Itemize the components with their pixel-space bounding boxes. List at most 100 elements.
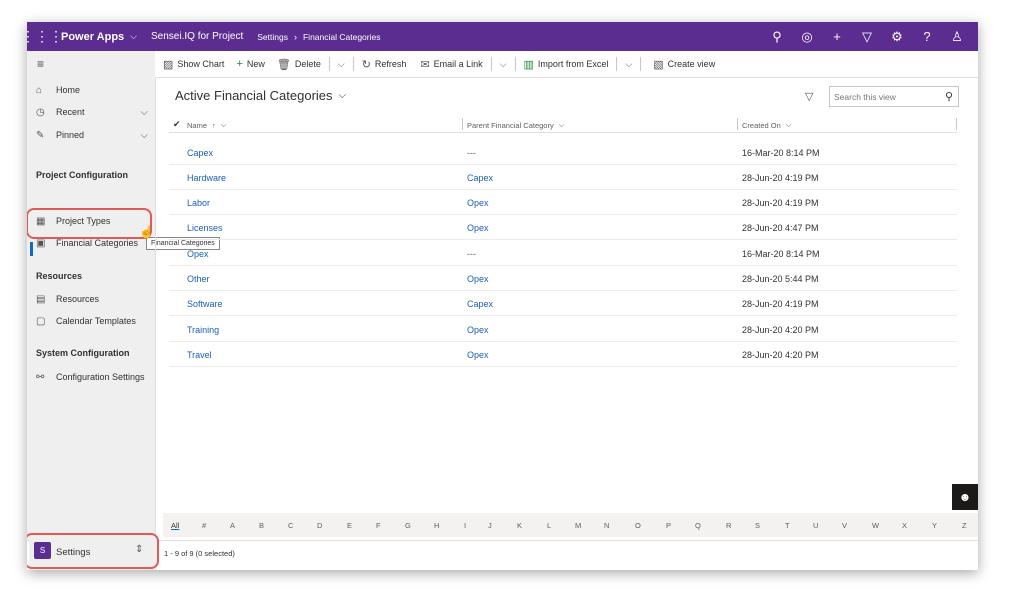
create-view-button[interactable]: ▧ Create view [653, 58, 715, 71]
letter-filter[interactable]: O [635, 521, 641, 530]
environment-name[interactable]: Sensei.IQ for Project [151, 31, 243, 42]
letter-filter[interactable]: N [604, 521, 609, 530]
table-row[interactable]: Software Capex 28-Jun-20 4:19 PM [169, 291, 957, 316]
name-link[interactable]: Training [187, 325, 219, 335]
letter-filter[interactable]: P [666, 521, 671, 530]
new-button[interactable]: + New [236, 58, 264, 70]
chevron-down-icon[interactable]: ⌵ [500, 59, 507, 70]
delete-button[interactable]: 🗑 Delete [277, 58, 321, 71]
letter-filter-all[interactable]: All [171, 521, 179, 530]
letter-filter[interactable]: U [813, 521, 818, 530]
column-divider[interactable] [737, 118, 738, 130]
sidebar-item-configuration-settings[interactable]: ⚯ Configuration Settings [36, 368, 148, 386]
letter-filter[interactable]: F [376, 521, 381, 530]
table-row[interactable]: Other Opex 28-Jun-20 5:44 PM [169, 266, 957, 291]
letter-filter[interactable]: W [872, 521, 879, 530]
filter-icon[interactable]: ▽ [805, 90, 813, 103]
sidebar-item-pinned[interactable]: ✎ Pinned ⌵ [36, 126, 148, 144]
letter-filter[interactable]: # [202, 521, 206, 530]
letter-filter[interactable]: X [902, 521, 907, 530]
name-link[interactable]: Labor [187, 198, 210, 208]
person-icon[interactable]: ♙ [942, 29, 972, 45]
section-project-configuration: Project Configuration [36, 170, 128, 180]
parent-link[interactable]: Opex [467, 198, 489, 208]
feedback-icon[interactable]: ☻ [952, 484, 978, 510]
letter-filter[interactable]: Z [962, 521, 967, 530]
sidebar-item-home[interactable]: ⌂ Home [36, 81, 148, 99]
table-row[interactable]: Capex --- 16-Mar-20 8:14 PM [169, 140, 957, 165]
email-link-button[interactable]: ✉ Email a Link [420, 58, 482, 71]
email-link-label: Email a Link [433, 59, 483, 69]
name-link[interactable]: Software [187, 299, 223, 309]
gear-icon[interactable]: ⚙ [882, 29, 912, 45]
letter-filter[interactable]: R [726, 521, 731, 530]
table-row[interactable]: Labor Opex 28-Jun-20 4:19 PM [169, 190, 957, 215]
letter-filter[interactable]: C [288, 521, 293, 530]
sidebar-item-calendar-templates[interactable]: ▢ Calendar Templates [36, 312, 148, 330]
sidebar-item-resources[interactable]: ▤ Resources [36, 290, 148, 308]
view-selector[interactable]: Active Financial Categories ⌵ [175, 88, 346, 103]
app-name[interactable]: Power Apps [61, 31, 124, 43]
letter-filter[interactable]: G [405, 521, 411, 530]
letter-filter[interactable]: E [347, 521, 352, 530]
parent-link[interactable]: Opex [467, 325, 489, 335]
help-icon[interactable]: ? [912, 29, 942, 44]
filter-icon[interactable]: ▽ [852, 29, 882, 45]
letter-filter[interactable]: H [434, 521, 439, 530]
table-row[interactable]: Hardware Capex 28-Jun-20 4:19 PM [169, 165, 957, 190]
column-divider[interactable] [956, 118, 957, 130]
name-link[interactable]: Hardware [187, 173, 226, 183]
table-row[interactable]: Training Opex 28-Jun-20 4:20 PM [169, 317, 957, 342]
letter-filter[interactable]: Q [695, 521, 701, 530]
parent-link[interactable]: Opex [467, 223, 489, 233]
letter-filter[interactable]: K [517, 521, 522, 530]
sidebar-item-recent[interactable]: ◷ Recent ⌵ [36, 103, 148, 121]
letter-filter[interactable]: I [464, 521, 466, 530]
chevron-down-icon[interactable]: ⌵ [625, 59, 632, 70]
letter-filter[interactable]: A [230, 521, 235, 530]
search-icon[interactable]: ⚲ [945, 90, 953, 103]
table-row[interactable]: Licenses Opex 28-Jun-20 4:47 PM [169, 215, 957, 240]
select-all-checkbox[interactable]: ✔ [173, 119, 181, 130]
name-link[interactable]: Travel [187, 350, 212, 360]
letter-filter[interactable]: D [317, 521, 322, 530]
import-excel-button[interactable]: ▥ Import from Excel [524, 58, 609, 71]
column-header-parent[interactable]: Parent Financial Category ⌵ [467, 120, 564, 130]
letter-filter[interactable]: B [259, 521, 264, 530]
column-header-created-on[interactable]: Created On ⌵ [742, 120, 791, 130]
parent-link[interactable]: Opex [467, 274, 489, 284]
plus-icon[interactable]: + [822, 29, 852, 44]
search-placeholder: Search this view [834, 91, 896, 102]
search-input[interactable]: Search this view ⚲ [829, 86, 959, 107]
table-row[interactable]: Travel Opex 28-Jun-20 4:20 PM [169, 342, 957, 367]
chevron-down-icon[interactable]: ⌵ [338, 59, 345, 70]
table-row[interactable]: Opex --- 16-Mar-20 8:14 PM [169, 241, 957, 266]
name-link[interactable]: Licenses [187, 223, 223, 233]
show-chart-button[interactable]: ▨ Show Chart [163, 58, 224, 71]
letter-filter[interactable]: Y [932, 521, 937, 530]
letter-filter[interactable]: J [488, 521, 492, 530]
hamburger-icon[interactable]: ≡ [37, 57, 44, 71]
chevron-down-icon[interactable]: ⌵ [130, 31, 137, 42]
config-icon: ⚯ [36, 371, 45, 383]
letter-filter[interactable]: L [547, 521, 551, 530]
chevron-down-icon[interactable]: ⌵ [140, 107, 148, 118]
assistant-icon[interactable]: ◎ [792, 29, 822, 45]
letter-filter[interactable]: M [575, 521, 581, 530]
chevron-down-icon[interactable]: ⌵ [140, 130, 148, 141]
letter-filter[interactable]: T [785, 521, 790, 530]
app-launcher-icon[interactable]: ⋮⋮⋮ [27, 28, 63, 45]
column-header-name[interactable]: Name ↑ ⌵ [187, 120, 226, 130]
parent-link[interactable]: Opex [467, 350, 489, 360]
search-icon[interactable]: ⚲ [762, 29, 792, 45]
refresh-button[interactable]: ↻ Refresh [362, 58, 407, 71]
breadcrumb-settings[interactable]: Settings [257, 32, 288, 42]
name-link[interactable]: Capex [187, 148, 213, 158]
parent-link[interactable]: Capex [467, 173, 493, 183]
letter-filter[interactable]: V [842, 521, 847, 530]
letter-filter[interactable]: S [755, 521, 760, 530]
column-divider[interactable] [462, 118, 463, 130]
parent-link[interactable]: Capex [467, 299, 493, 309]
name-link[interactable]: Opex [187, 249, 209, 259]
name-link[interactable]: Other [187, 274, 210, 284]
